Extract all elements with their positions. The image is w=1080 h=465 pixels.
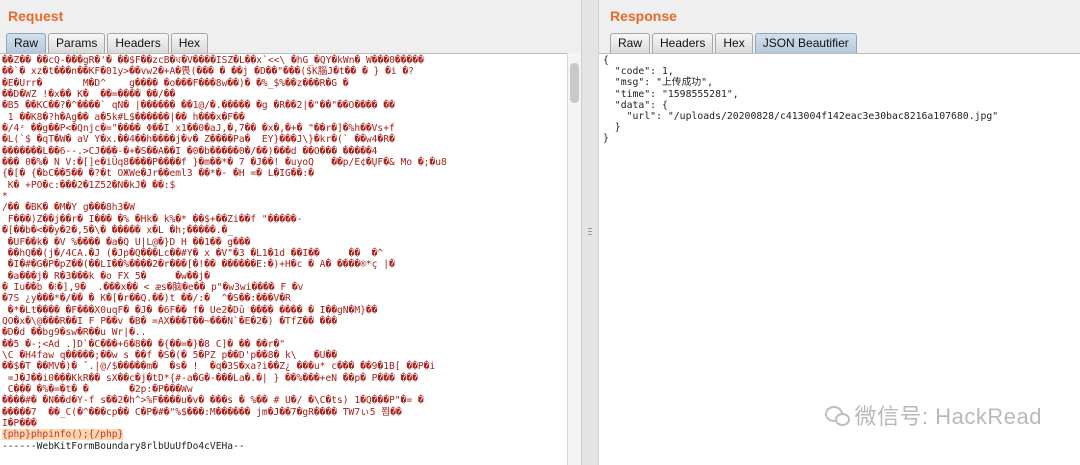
response-panel: Response Raw Headers Hex JSON Beautifier… — [599, 0, 1080, 465]
binary-line: �L(`$ �qT�W� aV Y�x.��4��h����j�v� Z����… — [2, 134, 395, 146]
divider-grip — [588, 231, 592, 232]
boundary-line: ------WebKitFormBoundary8rlbUuUfDo4cVEHa… — [2, 440, 245, 452]
watermark-text: 微信号: HackRead — [854, 404, 1042, 429]
binary-line: ��`� xz�t���n��KF�01y>��vw2�+A�畏(��� � �… — [2, 66, 414, 78]
binary-line: �I�#�G�P�pZ��(��LI��%����2�r���[�!�� ���… — [7, 259, 395, 271]
watermark: 微信号: HackRead — [824, 399, 1042, 431]
json-line: "msg": "上传成功", — [614, 77, 713, 89]
binary-line: 1 ��K8�?h�Ag�� a�5k#L$������|�� h���x�F�… — [7, 111, 245, 123]
binary-line: �������L��6--.>CJ���-�+�S��A��I �0�b����… — [2, 145, 378, 157]
response-tab-hex[interactable]: Hex — [715, 33, 753, 53]
binary-line: ��D�WZ !�x�� K� ��=���� ��/�� — [2, 89, 176, 101]
json-line: { — [603, 55, 609, 66]
binary-line: {�[� {�bC��5�� �?�t OЖWe�Jr��eml3 ��*�- … — [2, 168, 314, 180]
binary-line: /�� �BK� �M�Y g���8h3�W — [2, 202, 135, 214]
json-line: } — [603, 133, 609, 145]
binary-line: �B5 ��KC��?�^����` qN� |������ ��1@/�.��… — [2, 100, 395, 112]
json-line: "time": "1598555281", — [614, 88, 739, 100]
binary-line: I�P��� — [2, 418, 37, 429]
binary-line: ��� 0�%� N V:�[]e�iÛq8����P����f }�m��*�… — [2, 157, 447, 169]
request-scroll-thumb[interactable] — [570, 63, 579, 103]
response-title: Response — [610, 8, 677, 24]
json-line: } — [614, 122, 621, 134]
binary-line: �7S ¿y���*�/�� � K�[�r��Q.��)t ��/:� ^�S… — [2, 293, 291, 305]
request-tab-hex[interactable]: Hex — [170, 33, 209, 53]
divider-grip — [588, 228, 592, 229]
request-tab-params[interactable]: Params — [48, 33, 106, 53]
request-tab-headers[interactable]: Headers — [107, 33, 169, 53]
json-line: "url": "/uploads/20200828/c413004f142eac… — [626, 111, 999, 123]
request-scrollbar[interactable] — [567, 53, 581, 465]
binary-line: �E�Urr� M�D^ g���� �o���F���8w��)� �%_$%… — [2, 77, 349, 89]
response-tab-raw[interactable]: Raw — [610, 33, 651, 53]
binary-line: ��5 �-;<Ad .]D`�C���+6�8�� �{��=�}�8 C]�… — [2, 338, 286, 350]
request-tail: {php}phpinfo();{/php} ------WebKitFormBo… — [0, 429, 567, 452]
binary-line: �/4ᶻ ��g��P<�Qnjc�="���� Φ��I x1��0�aJ,�… — [2, 123, 395, 135]
response-tab-json-beautifier[interactable]: JSON Beautifier — [754, 33, 857, 53]
binary-line: ��hQ��(j�/4CA.�J (�Jp�Q���Lc��#Y� x �V"�… — [7, 247, 384, 259]
binary-line: ����#� �N��d�Y-f s��2�h^>%F����u�v� ���s… — [2, 395, 424, 407]
binary-line: K� +PO�c:���2�1Z52�N�kJ� ��:$ — [7, 179, 176, 191]
binary-line: �[��b�<��y�2�,5�\� ����� x�L �h;�����.�_ — [2, 225, 234, 237]
binary-line: ��$�T ��MV�)� ˘.|@/$�����m� �s� ! �q�3S�… — [2, 361, 436, 373]
binary-line: QO�x�\@���R��I F P��v �B� =AX���T��~���N… — [2, 315, 338, 327]
json-line: "code": 1, — [614, 66, 674, 78]
json-line: "data": { — [614, 99, 668, 111]
request-title: Request — [8, 8, 64, 24]
binary-line: \C �H4faw q�����;��w s ��f �S�(� 5�PZ p�… — [2, 349, 338, 361]
response-tab-headers[interactable]: Headers — [652, 33, 714, 53]
divider-grip — [588, 234, 592, 235]
binary-line: F���)Z��j��r� I��� �% �Hk� k%�* ��$+��Zi… — [7, 213, 303, 225]
request-tab-raw[interactable]: Raw — [6, 33, 47, 53]
binary-line: ��Z�� ��cQ-���gR�'� ��$F��zcB�ঘ�V����ISZ… — [2, 55, 424, 66]
binary-line: �D�d ��bg9�sw�R��u Wr|�.. — [2, 327, 147, 339]
response-tabs: Raw Headers Hex JSON Beautifier — [610, 33, 859, 53]
request-tabs: Raw Params Headers Hex — [6, 33, 210, 53]
binary-line: � Iu��b �⁝�],9� .���x�� < æs�脑�e�� p"�w3… — [2, 281, 304, 293]
request-binary-content: ��Z�� ��cQ-���gR�'� ��$F��zcB�ঘ�V����ISZ… — [0, 54, 567, 429]
binary-line: C��� �%�=�t� � �2p:�P���Ww — [7, 383, 193, 395]
request-panel: Request Raw Params Headers Hex ��Z�� ��c… — [0, 0, 581, 465]
split-divider[interactable] — [581, 0, 599, 465]
php-payload-line: {php}phpinfo();{/php} — [2, 429, 124, 441]
binary-line: �*�Lt���� �F���X0uqF� �J� �6F�� f� Ue2�D… — [7, 304, 378, 316]
request-body[interactable]: ��Z�� ��cQ-���gR�'� ��$F��zcB�ঘ�V����ISZ… — [0, 53, 567, 465]
binary-line: �a���j� R�3���k �o FX 5� �w��j� — [7, 270, 210, 282]
binary-line: �UF��k� �V %���� �a�Q U|L@�}D H ��1�� g�… — [7, 236, 251, 248]
binary-line: =J�J��i0���KkR�� sX��c�j�tD*{#-a�G�-���L… — [7, 372, 418, 384]
wechat-icon — [824, 405, 850, 426]
response-json-content: { "code": 1, "msg": "上传成功", "time": "159… — [599, 54, 1080, 145]
binary-line: * — [2, 191, 8, 203]
binary-line: �����7 ��_C(�^���cp�� C�P�#�"%$���:M����… — [2, 406, 402, 418]
